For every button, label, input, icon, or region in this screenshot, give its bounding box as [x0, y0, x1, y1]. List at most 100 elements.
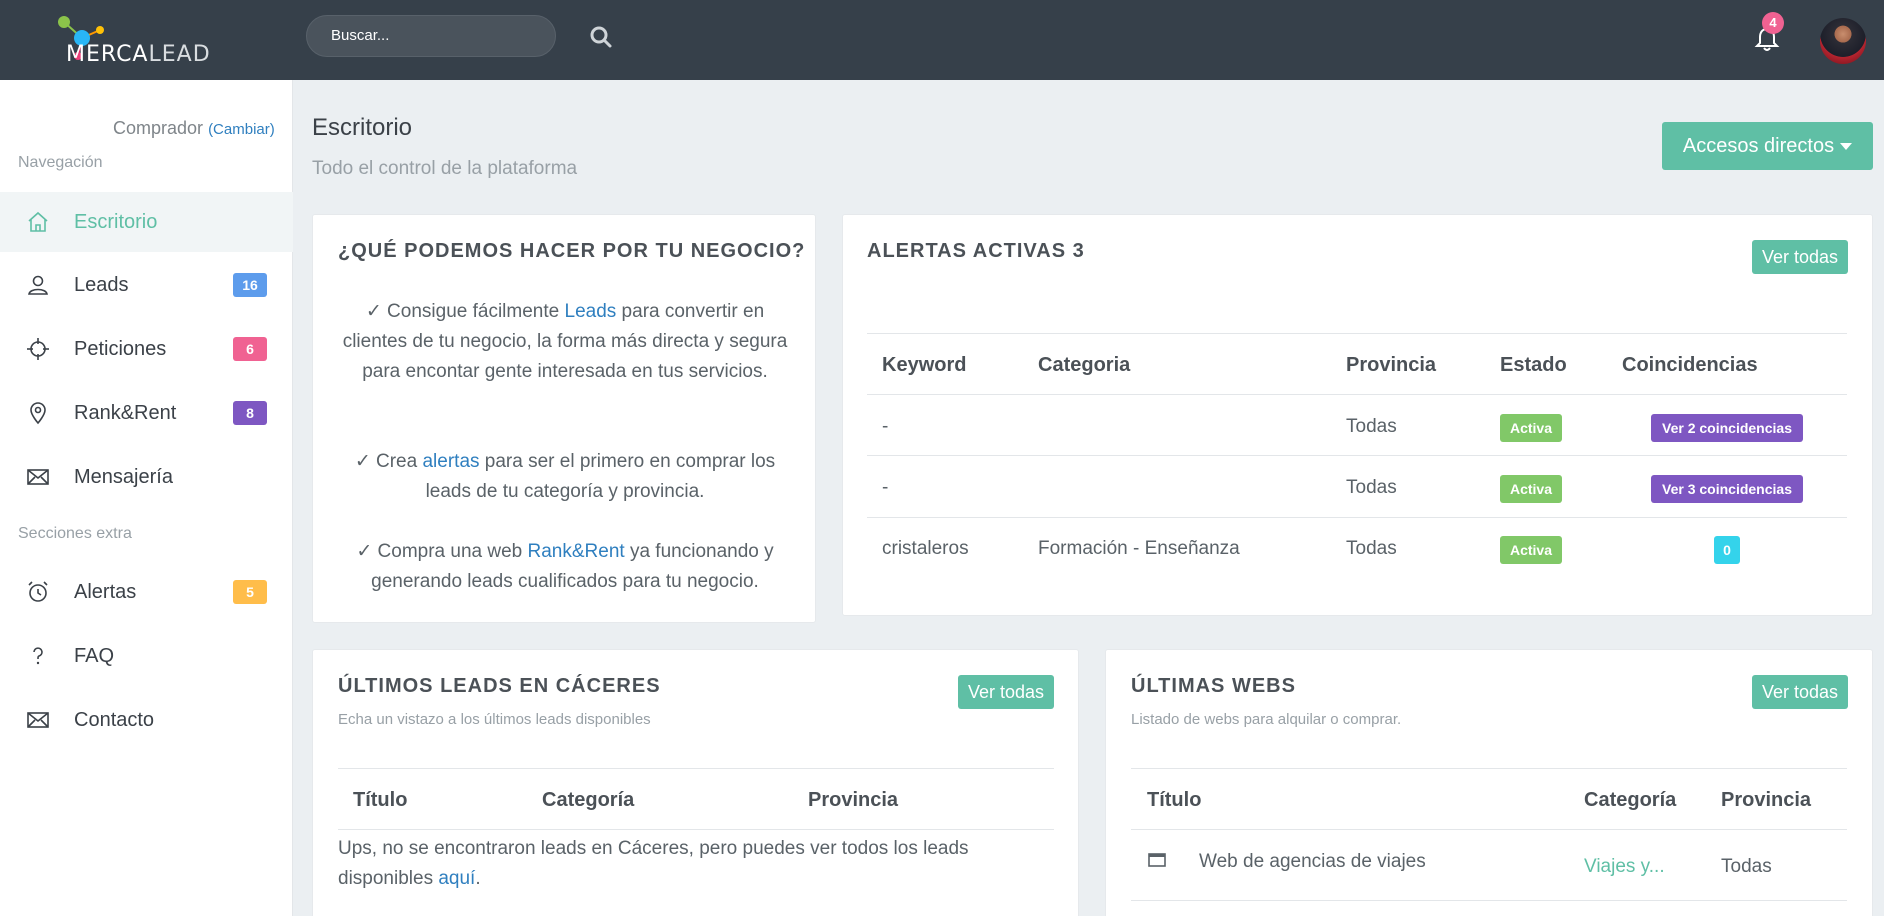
- envelope-icon: [27, 469, 49, 485]
- empty-leads-message: Ups, no se encontraron leads en Cáceres,…: [338, 834, 1054, 894]
- web-province: Todas: [1721, 856, 1772, 877]
- benefit-alerts: ✓ Crea alertas para ser el primero en co…: [336, 447, 794, 507]
- envelope-icon: [27, 712, 49, 728]
- sidebar-item-label: Mensajería: [74, 465, 173, 488]
- nav-section-title: Navegación: [18, 154, 103, 171]
- brand-name-thin: LEAD: [148, 42, 211, 67]
- alert-keyword: -: [882, 477, 889, 498]
- alerts-card-title: ALERTAS ACTIVAS 3: [867, 240, 1085, 262]
- benefit-text: ✓ Compra una web: [356, 541, 528, 562]
- sidebar-item-alertas[interactable]: Alertas 5: [0, 562, 293, 622]
- column-header[interactable]: Estado: [1500, 354, 1567, 377]
- sidebar-item-contacto[interactable]: Contacto: [0, 690, 293, 750]
- alert-province: Todas: [1346, 416, 1397, 437]
- divider: [867, 517, 1847, 518]
- search-input[interactable]: Buscar...: [306, 15, 556, 57]
- webs-view-all-button[interactable]: Ver todas: [1752, 675, 1848, 709]
- divider: [1131, 768, 1847, 769]
- browser-window-icon: [1148, 853, 1166, 867]
- notification-badge: 4: [1762, 12, 1784, 34]
- rankrent-link[interactable]: Rank&Rent: [528, 541, 625, 562]
- user-role: Comprador (Cambiar): [113, 118, 275, 139]
- sidebar-item-label: Rank&Rent: [74, 401, 177, 424]
- brand-name[interactable]: MERCALEAD: [66, 42, 211, 67]
- matches-button[interactable]: 0: [1714, 536, 1740, 564]
- divider: [867, 455, 1847, 456]
- column-header[interactable]: Título: [353, 789, 407, 812]
- alert-province: Todas: [1346, 538, 1397, 559]
- benefit-leads: ✓ Consigue fácilmente Leads para convert…: [336, 297, 794, 387]
- sidebar-item-label: Contacto: [74, 708, 155, 731]
- extra-section-title: Secciones extra: [18, 525, 132, 542]
- divider: [867, 333, 1847, 334]
- top-bar: MERCALEAD Buscar... 4: [0, 0, 1884, 80]
- column-header[interactable]: Keyword: [882, 354, 966, 377]
- divider: [338, 829, 1054, 830]
- divider: [1131, 829, 1847, 830]
- page-subtitle: Todo el control de la plataforma: [312, 158, 578, 179]
- brand-name-bold: MERCA: [66, 42, 149, 67]
- user-icon: [28, 275, 48, 295]
- sidebar-item-rankrent[interactable]: Rank&Rent 8: [0, 383, 293, 443]
- quick-access-label: Accesos directos: [1682, 135, 1835, 157]
- web-category[interactable]: Viajes y...: [1584, 856, 1665, 878]
- avatar[interactable]: [1820, 18, 1866, 64]
- web-title-link[interactable]: Web de agencias de viajes: [1199, 851, 1426, 873]
- leads-count-badge: 16: [233, 273, 267, 297]
- leads-card-subtitle: Echa un vistazo a los últimos leads disp…: [338, 711, 651, 728]
- alert-category: Formación - Enseñanza: [1038, 538, 1240, 559]
- quick-access-button[interactable]: Accesos directos: [1662, 122, 1873, 170]
- webs-card-title: ÚLTIMAS WEBS: [1131, 675, 1296, 697]
- sidebar-item-label: Escritorio: [74, 210, 158, 233]
- sidebar-item-label: FAQ: [74, 644, 115, 667]
- sidebar-item-label: Alertas: [74, 580, 137, 603]
- search-icon[interactable]: [589, 25, 613, 49]
- column-header[interactable]: Categoría: [1584, 789, 1676, 812]
- divider: [867, 394, 1847, 395]
- sidebar-item-label: Peticiones: [74, 337, 167, 360]
- matches-button[interactable]: Ver 3 coincidencias: [1651, 475, 1803, 503]
- column-header[interactable]: Categoría: [542, 789, 634, 812]
- home-icon: [28, 211, 48, 232]
- divider: [1131, 900, 1847, 901]
- alert-keyword: cristaleros: [882, 538, 969, 559]
- column-header[interactable]: Categoria: [1038, 354, 1130, 377]
- sidebar-item-leads[interactable]: Leads 16: [0, 255, 293, 315]
- status-badge: Activa: [1500, 536, 1562, 564]
- all-leads-link[interactable]: aquí: [438, 868, 475, 889]
- status-badge: Activa: [1500, 475, 1562, 503]
- sidebar-item-peticiones[interactable]: Peticiones 6: [0, 319, 293, 379]
- webs-card-subtitle: Listado de webs para alquilar o comprar.: [1131, 711, 1402, 728]
- matches-button[interactable]: Ver 2 coincidencias: [1651, 414, 1803, 442]
- empty-text: Ups, no se encontraron leads en Cáceres,…: [338, 838, 969, 889]
- business-card-title: ¿QUÉ PODEMOS HACER POR TU NEGOCIO?: [338, 240, 806, 262]
- column-header[interactable]: Provincia: [808, 789, 898, 812]
- question-mark-icon: [33, 647, 43, 665]
- caret-down-icon: [1840, 143, 1853, 151]
- change-role-link[interactable]: (Cambiar): [208, 121, 275, 138]
- column-header[interactable]: Provincia: [1721, 789, 1811, 812]
- column-header[interactable]: Provincia: [1346, 354, 1436, 377]
- column-header[interactable]: Coincidencias: [1622, 354, 1758, 377]
- sidebar-item-escritorio[interactable]: Escritorio: [0, 192, 293, 252]
- leads-card-title: ÚLTIMOS LEADS EN CÁCERES: [338, 675, 661, 697]
- map-pin-icon: [30, 402, 46, 425]
- alertas-count-badge: 5: [233, 580, 267, 604]
- empty-text: .: [475, 868, 481, 889]
- crosshair-icon: [27, 338, 49, 360]
- sidebar-item-label: Leads: [74, 273, 129, 296]
- benefit-rankrent: ✓ Compra una web Rank&Rent ya funcionand…: [336, 537, 794, 597]
- sidebar-item-mensajeria[interactable]: Mensajería: [0, 447, 293, 507]
- sidebar-item-faq[interactable]: FAQ: [0, 626, 293, 686]
- alerts-view-all-button[interactable]: Ver todas: [1752, 240, 1848, 274]
- role-label: Comprador: [113, 118, 204, 138]
- leads-link[interactable]: Leads: [565, 301, 617, 322]
- alertas-link[interactable]: alertas: [422, 451, 479, 472]
- benefit-text: ✓ Crea: [354, 451, 423, 472]
- status-badge: Activa: [1500, 414, 1562, 442]
- column-header[interactable]: Título: [1147, 789, 1201, 812]
- leads-view-all-button[interactable]: Ver todas: [958, 675, 1054, 709]
- rankrent-count-badge: 8: [233, 401, 267, 425]
- alarm-clock-icon: [28, 581, 48, 602]
- peticiones-count-badge: 6: [233, 337, 267, 361]
